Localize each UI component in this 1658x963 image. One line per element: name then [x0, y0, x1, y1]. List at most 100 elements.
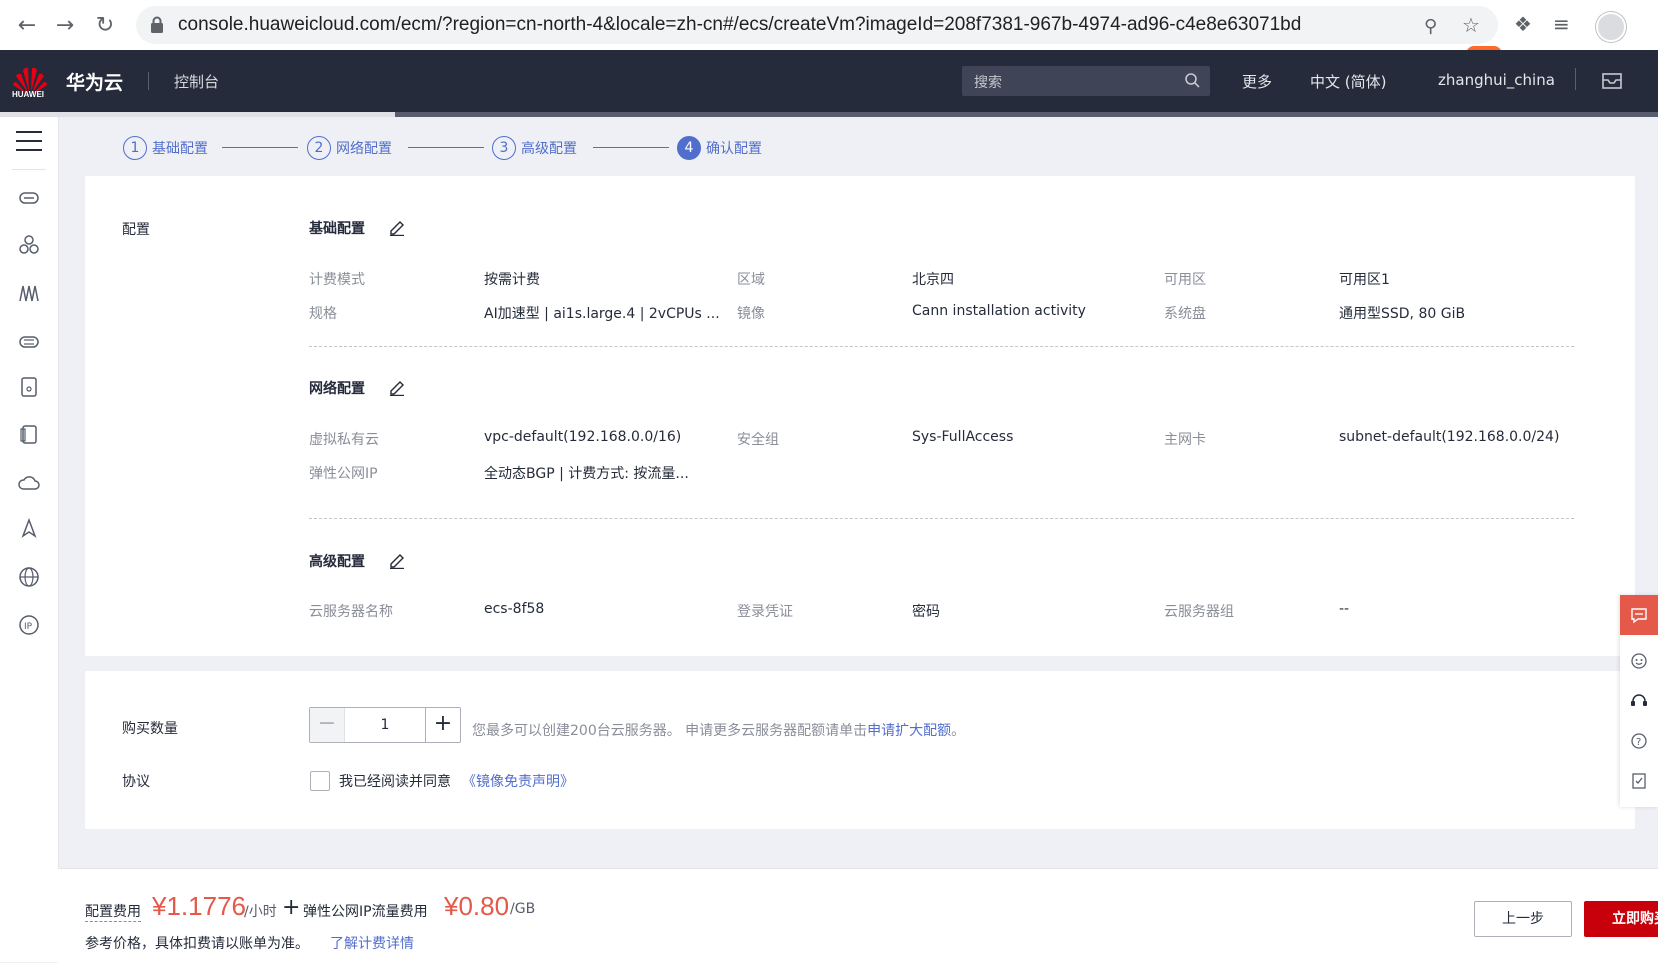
billing-mode-value: 按需计费	[484, 272, 540, 288]
extensions-icon[interactable]: ❖	[1514, 12, 1532, 36]
edit-network-icon[interactable]	[388, 378, 406, 396]
section-divider	[309, 518, 1574, 519]
config-fee-unit: /小时	[244, 904, 277, 920]
basic-config-title: 基础配置	[309, 221, 365, 237]
chat-button[interactable]	[1620, 595, 1658, 635]
message-icon[interactable]	[1602, 70, 1622, 90]
disk-icon[interactable]	[17, 375, 41, 399]
security-group-label: 安全组	[737, 432, 779, 448]
back-icon[interactable]: ←	[12, 10, 42, 40]
quota-hint: 您最多可以创建200台云服务器。 申请更多云服务器配额请单击申请扩大配额。	[472, 723, 966, 739]
system-disk-value: 通用型SSD, 80 GiB	[1339, 306, 1466, 322]
floating-toolbar: ?	[1620, 595, 1658, 807]
flavor-value: AI加速型 | ai1s.large.4 | 2vCPUs ...	[484, 306, 720, 322]
step-connector	[222, 147, 298, 148]
price-note: 参考价格，具体扣费请以账单为准。	[85, 936, 309, 952]
agreement-text[interactable]: 我已经阅读并同意	[339, 771, 451, 791]
quota-increase-link[interactable]: 申请扩大配额	[867, 723, 951, 739]
lock-icon	[151, 16, 163, 33]
step-basic[interactable]: 1 基础配置	[123, 135, 208, 161]
logo-text: HUAWEI	[12, 90, 44, 99]
service-sidebar: IP	[0, 117, 59, 962]
more-menu[interactable]: 更多	[1242, 71, 1272, 92]
menu-toggle-icon[interactable]	[16, 131, 42, 158]
server-name-label: 云服务器名称	[309, 604, 393, 620]
network-config-title: 网络配置	[309, 381, 365, 397]
cdn-icon[interactable]	[17, 517, 41, 541]
buy-now-button[interactable]: 立即购买	[1584, 901, 1658, 937]
quantity-input[interactable]: 1	[344, 708, 426, 742]
eip-fee-unit: /GB	[510, 901, 536, 917]
increment-button[interactable]: +	[425, 708, 460, 742]
section-divider	[309, 346, 1574, 347]
image-label: 镜像	[737, 306, 765, 322]
service-icon[interactable]	[1630, 652, 1648, 670]
config-fee-price: ¥1.1776	[152, 891, 246, 921]
headset-icon[interactable]	[1630, 692, 1648, 710]
ecs-icon[interactable]	[17, 185, 41, 209]
storage-icon[interactable]	[17, 329, 41, 353]
server-group-label: 云服务器组	[1164, 604, 1234, 620]
server-name-value: ecs-8f58	[484, 601, 545, 617]
flavor-label: 规格	[309, 306, 337, 322]
step-connector	[593, 147, 669, 148]
config-fee-label[interactable]: 配置费用	[85, 901, 141, 922]
primary-nic-label: 主网卡	[1164, 432, 1206, 448]
region-label: 区域	[737, 272, 765, 288]
eip-value: 全动态BGP | 计费方式: 按流量...	[484, 466, 689, 482]
address-bar[interactable]: console.huaweicloud.com/ecm/?region=cn-n…	[136, 6, 1498, 44]
login-credential-value: 密码	[912, 604, 940, 620]
purchase-card	[85, 671, 1635, 829]
step-network[interactable]: 2 网络配置	[307, 135, 392, 161]
eip-icon[interactable]: IP	[17, 613, 41, 637]
brand-name[interactable]: 华为云	[66, 68, 123, 95]
eip-fee-price: ¥0.80	[444, 891, 510, 921]
previous-step-button[interactable]: 上一步	[1474, 901, 1572, 937]
network-icon[interactable]	[17, 281, 41, 305]
star-icon[interactable]: ☆	[1462, 13, 1480, 37]
help-icon[interactable]: ?	[1630, 732, 1648, 750]
svg-text:IP: IP	[24, 622, 33, 632]
browser-toolbar: ← → ↻ console.huaweicloud.com/ecm/?regio…	[0, 0, 1658, 51]
az-value: 可用区1	[1339, 272, 1390, 288]
fee-plus: +	[282, 895, 301, 920]
feedback-icon[interactable]	[1630, 772, 1648, 790]
decrement-button[interactable]: −	[310, 708, 345, 742]
quantity-stepper: − 1 +	[309, 707, 461, 743]
profile-avatar[interactable]	[1596, 12, 1626, 42]
vpc-label: 虚拟私有云	[309, 432, 379, 448]
backup-icon[interactable]	[17, 423, 41, 447]
price-footer: 配置费用 ¥1.1776 /小时 + 弹性公网IP流量费用 ¥0.80 /GB …	[58, 868, 1658, 963]
svg-text:?: ?	[1636, 737, 1641, 748]
billing-details-link[interactable]: 了解计费详情	[330, 933, 414, 953]
search-input[interactable]: 搜索	[962, 66, 1210, 96]
forward-icon[interactable]: →	[50, 10, 80, 40]
header-divider	[148, 72, 149, 90]
search-placeholder: 搜索	[974, 75, 1002, 91]
cluster-icon[interactable]	[17, 233, 41, 257]
url-text[interactable]: console.huaweicloud.com/ecm/?region=cn-n…	[178, 14, 1301, 36]
reading-list-icon[interactable]: ≡	[1553, 12, 1570, 36]
console-link[interactable]: 控制台	[174, 71, 219, 92]
config-label: 配置	[122, 222, 150, 238]
image-disclaimer-link[interactable]: 《镜像免责声明》	[462, 771, 574, 791]
quantity-label: 购买数量	[122, 721, 178, 737]
globe-icon[interactable]	[17, 565, 41, 589]
key-icon[interactable]: ⚲	[1424, 16, 1437, 37]
search-icon[interactable]	[1184, 72, 1200, 88]
security-group-value: Sys-FullAccess	[912, 429, 1014, 445]
user-menu[interactable]: zhanghui_china	[1438, 71, 1555, 89]
step-advanced[interactable]: 3 高级配置	[492, 135, 577, 161]
eip-fee-label: 弹性公网IP流量费用	[303, 904, 428, 920]
header-strip	[0, 112, 1658, 117]
reload-icon[interactable]: ↻	[90, 10, 120, 40]
step-connector	[408, 147, 484, 148]
agreement-checkbox[interactable]	[310, 771, 330, 791]
edit-basic-icon[interactable]	[388, 218, 406, 236]
cloud-icon[interactable]	[17, 471, 41, 495]
language-switch[interactable]: 中文 (简体)	[1310, 71, 1386, 92]
edit-advanced-icon[interactable]	[388, 551, 406, 569]
chat-icon	[1631, 608, 1647, 624]
config-summary-card	[85, 176, 1635, 656]
billing-mode-label: 计费模式	[309, 272, 365, 288]
